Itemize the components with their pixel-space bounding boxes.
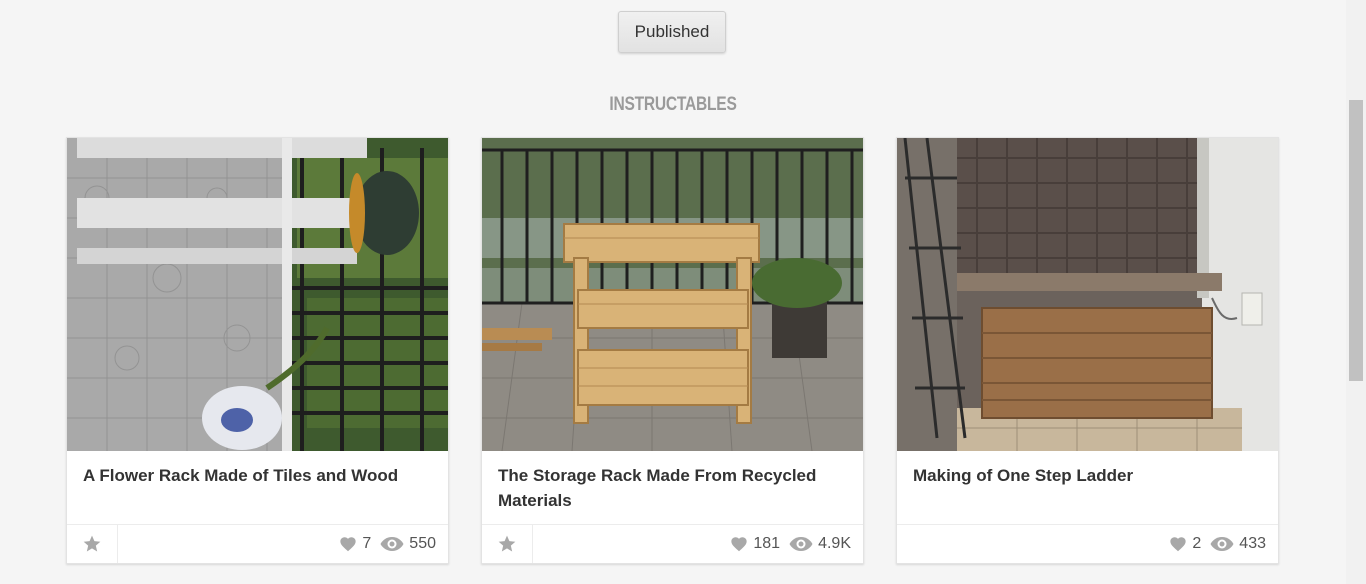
section-title: INSTRUCTABLES bbox=[609, 94, 737, 115]
instructable-card-3: Making of One Step Ladder 2 433 bbox=[896, 137, 1279, 564]
card-2-thumbnail[interactable] bbox=[482, 138, 863, 451]
favorite-button[interactable] bbox=[482, 525, 533, 563]
heart-icon bbox=[340, 537, 357, 552]
card-2-footer: 181 4.9K bbox=[482, 524, 863, 563]
heart-icon bbox=[1170, 537, 1187, 552]
favorites-count: 7 bbox=[362, 535, 372, 552]
eye-icon bbox=[789, 537, 813, 551]
views-count: 4.9K bbox=[818, 535, 851, 552]
heart-icon bbox=[731, 537, 748, 552]
instructable-card-1: A Flower Rack Made of Tiles and Wood 7 5… bbox=[66, 137, 449, 564]
published-button[interactable]: Published bbox=[618, 11, 726, 53]
favorites-count: 181 bbox=[753, 535, 781, 552]
card-1-footer: 7 550 bbox=[67, 524, 448, 563]
eye-icon bbox=[380, 537, 404, 551]
card-2-stats: 181 4.9K bbox=[730, 525, 851, 563]
instructable-card-2: The Storage Rack Made From Recycled Mate… bbox=[481, 137, 864, 564]
card-3-thumbnail[interactable] bbox=[897, 138, 1278, 451]
page-scrollbar[interactable] bbox=[1346, 0, 1366, 584]
card-1-thumbnail[interactable] bbox=[67, 138, 448, 451]
eye-icon bbox=[1210, 537, 1234, 551]
scrollbar-thumb[interactable] bbox=[1349, 100, 1363, 381]
card-2-title[interactable]: The Storage Rack Made From Recycled Mate… bbox=[498, 463, 843, 513]
card-3-title[interactable]: Making of One Step Ladder bbox=[913, 463, 1258, 488]
star-icon bbox=[83, 535, 101, 552]
views-count: 550 bbox=[409, 535, 436, 552]
favorite-button[interactable] bbox=[67, 525, 118, 563]
views-count: 433 bbox=[1239, 535, 1266, 552]
card-3-stats: 2 433 bbox=[1169, 525, 1266, 563]
card-1-title[interactable]: A Flower Rack Made of Tiles and Wood bbox=[83, 463, 428, 488]
favorites-count: 2 bbox=[1192, 535, 1202, 552]
card-1-stats: 7 550 bbox=[339, 525, 436, 563]
card-3-footer: 2 433 bbox=[897, 524, 1278, 563]
star-icon bbox=[498, 535, 516, 552]
